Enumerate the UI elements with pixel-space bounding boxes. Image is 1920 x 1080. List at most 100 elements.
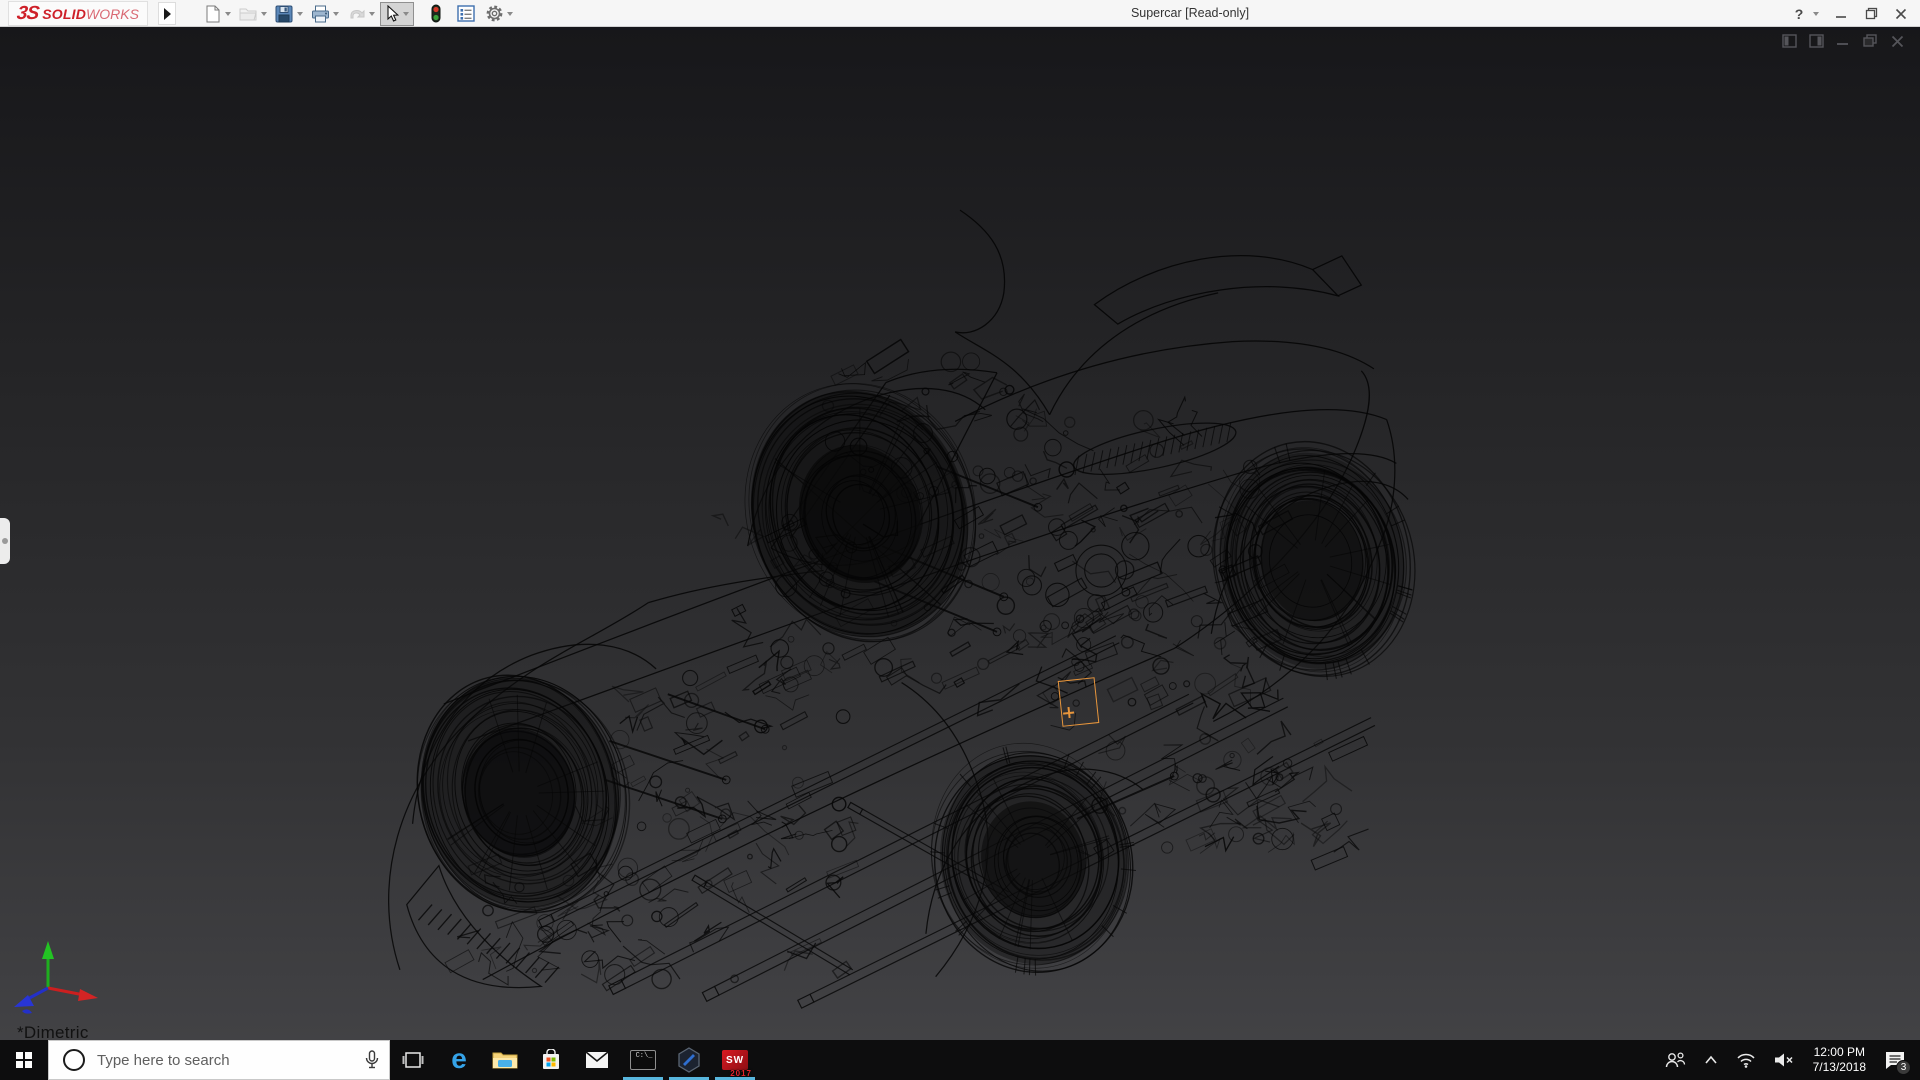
- print-dropdown-caret[interactable]: [333, 12, 339, 16]
- restore-button[interactable]: [1858, 3, 1884, 25]
- network-button[interactable]: [1727, 1040, 1765, 1080]
- titlebar-controls: ?: [1790, 0, 1914, 27]
- open-folder-icon: [239, 6, 258, 22]
- save-button[interactable]: [272, 2, 296, 26]
- people-button[interactable]: [1655, 1040, 1695, 1080]
- wifi-icon: [1736, 1052, 1756, 1068]
- speaker-muted-icon: [1774, 1052, 1794, 1068]
- window-title: Supercar [Read-only]: [1040, 0, 1340, 27]
- restore-icon: [1865, 7, 1878, 20]
- pane-left-icon: [1782, 34, 1797, 48]
- taskbar-solidworks-button[interactable]: SW 2017: [712, 1040, 758, 1080]
- hidden-icons-button[interactable]: [1695, 1040, 1727, 1080]
- solidworks-2017-icon: SW 2017: [722, 1050, 748, 1070]
- doc-close-icon: [1891, 35, 1904, 48]
- pane-right-icon: [1809, 34, 1824, 48]
- taskbar-search[interactable]: [48, 1040, 390, 1080]
- options-dropdown-caret[interactable]: [507, 12, 513, 16]
- taskbar-clock[interactable]: 12:00 PM 7/13/2018: [1803, 1045, 1876, 1075]
- windows-taskbar: e C:\_ SW: [0, 1040, 1920, 1080]
- command-prompt-icon: C:\_: [630, 1050, 656, 1070]
- undo-dropdown-caret[interactable]: [369, 12, 375, 16]
- taskbar-file-explorer-button[interactable]: [482, 1040, 528, 1080]
- undo-arrow-icon: [347, 6, 366, 22]
- gear-icon: [485, 4, 504, 23]
- cortana-icon[interactable]: [63, 1049, 85, 1071]
- search-input[interactable]: [97, 1052, 355, 1069]
- edge-icon: e: [451, 1045, 467, 1073]
- help-button[interactable]: ?: [1790, 6, 1808, 22]
- minimize-icon: [1835, 8, 1847, 20]
- task-view-icon: [402, 1051, 424, 1069]
- taskbar-mail-button[interactable]: [574, 1040, 620, 1080]
- save-floppy-icon: [275, 5, 293, 23]
- taskbar-edge-button[interactable]: e: [436, 1040, 482, 1080]
- print-button[interactable]: [308, 2, 332, 26]
- doc-restore-button[interactable]: [1861, 33, 1879, 49]
- file-explorer-icon: [492, 1050, 518, 1070]
- menu-flyout-button[interactable]: [158, 2, 176, 25]
- clock-time: 12:00 PM: [1813, 1045, 1866, 1060]
- save-dropdown-caret[interactable]: [297, 12, 303, 16]
- help-dropdown-caret[interactable]: [1813, 12, 1819, 16]
- titlebar: 3S SOLID WORKS: [0, 0, 1920, 27]
- file-properties-button[interactable]: [454, 2, 478, 26]
- doc-pane-left-button[interactable]: [1780, 33, 1798, 49]
- hexagon-app-icon: [677, 1047, 701, 1073]
- select-cursor-icon: [385, 5, 400, 22]
- flyout-arrow-icon: [164, 8, 171, 20]
- print-icon: [311, 5, 330, 23]
- options-button[interactable]: [482, 2, 506, 26]
- undo-button[interactable]: [344, 2, 368, 26]
- chevron-up-icon: [1704, 1055, 1718, 1065]
- mail-icon: [585, 1051, 609, 1069]
- microphone-icon[interactable]: [365, 1050, 379, 1070]
- notification-badge: 3: [1896, 1060, 1911, 1075]
- taskbar-hexagon-app-button[interactable]: [666, 1040, 712, 1080]
- close-button[interactable]: [1888, 3, 1914, 25]
- rebuild-button[interactable]: [424, 2, 448, 26]
- minimize-button[interactable]: [1828, 3, 1854, 25]
- microsoft-store-icon: [540, 1049, 562, 1071]
- doc-restore-icon: [1863, 34, 1878, 48]
- logo-solid-text: SOLID: [42, 6, 86, 22]
- task-view-button[interactable]: [390, 1040, 436, 1080]
- view-orientation-label: *Dimetric: [17, 1023, 89, 1040]
- clock-date: 7/13/2018: [1813, 1060, 1866, 1075]
- sw-year: 2017: [730, 1069, 752, 1078]
- document-window-controls: [1780, 33, 1906, 49]
- feature-pane-flyout-tab[interactable]: [0, 518, 10, 564]
- open-dropdown-caret[interactable]: [261, 12, 267, 16]
- taskbar-store-button[interactable]: [528, 1040, 574, 1080]
- volume-button[interactable]: [1765, 1040, 1803, 1080]
- new-document-button[interactable]: [200, 2, 224, 26]
- solidworks-logo: 3S SOLID WORKS: [8, 1, 148, 26]
- new-document-icon: [204, 5, 221, 23]
- open-button[interactable]: [236, 2, 260, 26]
- action-center-button[interactable]: 3: [1876, 1040, 1920, 1080]
- system-tray: 12:00 PM 7/13/2018 3: [1655, 1040, 1920, 1080]
- file-properties-icon: [457, 5, 475, 22]
- windows-logo-icon: [16, 1052, 32, 1068]
- doc-minimize-icon: [1836, 34, 1850, 48]
- graphics-viewport[interactable]: *Dimetric: [0, 27, 1920, 1040]
- supercar-wireframe-model[interactable]: [0, 27, 1920, 1040]
- sw-letters: SW: [726, 1055, 744, 1066]
- start-button[interactable]: [0, 1040, 48, 1080]
- close-icon: [1895, 8, 1907, 20]
- people-icon: [1664, 1051, 1686, 1069]
- select-tool-button[interactable]: [380, 2, 414, 26]
- new-dropdown-caret[interactable]: [225, 12, 231, 16]
- traffic-light-icon: [430, 4, 442, 23]
- doc-pane-right-button[interactable]: [1807, 33, 1825, 49]
- select-dropdown-caret[interactable]: [403, 12, 409, 16]
- orientation-triad: [8, 915, 118, 1025]
- flyout-dot: [2, 538, 8, 544]
- doc-close-button[interactable]: [1888, 33, 1906, 49]
- taskbar-command-prompt-button[interactable]: C:\_: [620, 1040, 666, 1080]
- logo-works-text: WORKS: [86, 6, 139, 22]
- quick-access-toolbar: [200, 0, 518, 27]
- zoom-selection-box: [1058, 677, 1100, 727]
- doc-minimize-button[interactable]: [1834, 33, 1852, 49]
- solidworks-3s-mark: 3S: [15, 3, 39, 25]
